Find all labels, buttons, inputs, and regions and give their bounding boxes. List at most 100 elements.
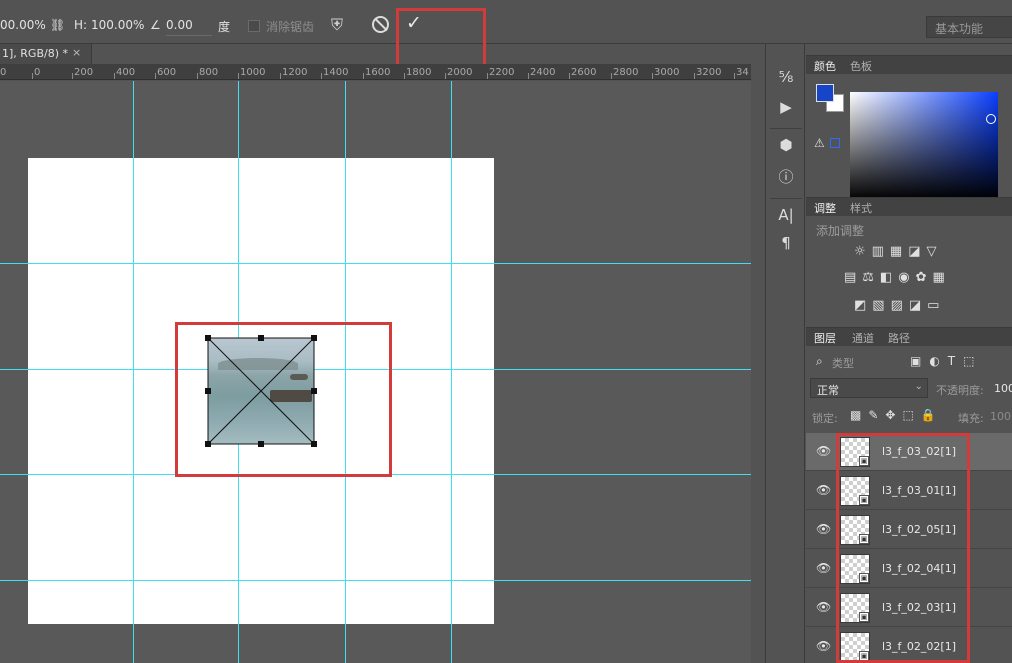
visibility-eye-icon[interactable]: 👁 [816, 561, 831, 575]
tab-layers[interactable]: 图层 [814, 330, 836, 346]
fill-label: 填充: [958, 412, 984, 425]
ruler-tick [280, 73, 281, 79]
ruler-label: 2800 [613, 67, 639, 78]
angle-icon: ∠ [150, 18, 161, 32]
opacity-value[interactable]: 100 [994, 382, 1012, 395]
ruler-tick [238, 73, 239, 79]
adjustment-icons-row-1[interactable]: ☼▥▦◪▽ [854, 244, 943, 259]
fill-value[interactable]: 100 [990, 410, 1011, 423]
strip-divider [770, 128, 802, 129]
ruler-tick [652, 73, 653, 79]
ruler-tick [528, 73, 529, 79]
ruler-label: 0 [0, 67, 7, 78]
canvas-area[interactable] [0, 81, 751, 663]
ruler-tick [155, 73, 156, 79]
ruler-label: 200 [74, 67, 94, 78]
tab-paths[interactable]: 路径 [888, 330, 910, 346]
adjustments-panel: 调整 样式 添加调整 ☼▥▦◪▽ ▤⚖◧◉✿▦ ◩▧▨◪▭ [806, 197, 1012, 325]
height-label: H: [74, 18, 88, 32]
document-title: 1], RGB/8) * [2, 47, 68, 60]
highlight-commit-box [396, 8, 486, 72]
layers-panel: 图层 通道 路径 ⌕ 类型 ▣◐T⬚ 正常 ⌄ 不透明度: 100 锁定: ▩✎… [806, 327, 1012, 663]
adjustment-icons-row-2[interactable]: ▤⚖◧◉✿▦ [844, 270, 951, 285]
foreground-color-swatch[interactable] [816, 84, 834, 102]
ruler-tick [404, 73, 405, 79]
filter-search-icon: ⌕ [816, 354, 823, 368]
ruler-label: 2400 [530, 67, 556, 78]
guide-horizontal[interactable] [0, 263, 751, 264]
collapsed-panel-strip: ⅝ ▶ ⬢ ⓘ A| ¶ [765, 44, 805, 663]
tab-styles[interactable]: 样式 [850, 200, 872, 216]
add-adjustment-label: 添加调整 [816, 224, 865, 238]
height-value[interactable]: 100.00% [91, 18, 144, 32]
ruler-label: 2000 [447, 67, 473, 78]
ruler-tick [611, 73, 612, 79]
info-icon[interactable]: ⓘ [776, 166, 796, 187]
layers-panel-tabs: 图层 通道 路径 [806, 328, 1012, 346]
adjustment-icons-row-3[interactable]: ◩▧▨◪▭ [854, 298, 945, 313]
ruler-label: 34 [736, 67, 749, 78]
tab-swatches[interactable]: 色板 [850, 58, 872, 74]
ruler-label: 1600 [365, 67, 391, 78]
blend-mode-select[interactable]: 正常 ⌄ [810, 378, 928, 398]
ruler-tick [445, 73, 446, 79]
ruler-label: 1800 [406, 67, 432, 78]
tab-adjustments[interactable]: 调整 [814, 200, 836, 216]
document-tab[interactable]: 1], RGB/8) * × [0, 44, 92, 64]
ruler-tick [734, 73, 735, 79]
blend-mode-value: 正常 [817, 384, 839, 397]
gamut-warning-icon[interactable]: ⚠ [814, 136, 825, 150]
ruler-label: 2600 [571, 67, 597, 78]
warp-mode-icon[interactable]: ⛨ [331, 15, 343, 35]
ruler-label: 3200 [696, 67, 722, 78]
color-spectrum[interactable] [850, 92, 998, 200]
ruler-tick [114, 73, 115, 79]
visibility-eye-icon[interactable]: 👁 [816, 639, 831, 653]
filter-icons[interactable]: ▣◐T⬚ [910, 354, 982, 368]
tab-color[interactable]: 颜色 [814, 58, 836, 74]
ruler-label: 400 [116, 67, 136, 78]
horizontal-ruler: 0 0 200 400 600 800 1000 1200 1400 1600 1800 2000 22… [0, 64, 751, 80]
link-icon[interactable]: ⛓ [50, 18, 65, 32]
tab-channels[interactable]: 通道 [852, 330, 874, 346]
actions-play-icon[interactable]: ▶ [776, 98, 796, 116]
ruler-label: 3000 [654, 67, 680, 78]
ruler-label: 2200 [489, 67, 515, 78]
ruler-tick [32, 73, 33, 79]
3d-icon[interactable]: ⬢ [776, 136, 796, 154]
visibility-eye-icon[interactable]: 👁 [816, 522, 831, 536]
guide-vertical[interactable] [451, 81, 452, 663]
guide-vertical[interactable] [133, 81, 134, 663]
visibility-eye-icon[interactable]: 👁 [816, 483, 831, 497]
paragraph-icon[interactable]: ¶ [776, 234, 796, 252]
opacity-label: 不透明度: [936, 384, 984, 397]
highlight-layers-box [836, 433, 970, 663]
tab-close-icon[interactable]: × [72, 46, 81, 59]
ruler-label: 600 [157, 67, 177, 78]
guide-horizontal[interactable] [0, 580, 751, 581]
strip-divider [770, 198, 802, 199]
web-safe-icon[interactable] [830, 138, 840, 148]
width-value[interactable]: 00.00% [0, 18, 46, 32]
cancel-transform-icon[interactable] [372, 16, 389, 33]
ruler-label: 0 [34, 67, 41, 78]
ruler-tick [72, 73, 73, 79]
options-bar: 00.00% ⛓ H: 100.00% ∠ 0.00 度 消除锯齿 ⛨ ✓ 基本… [0, 0, 1012, 72]
visibility-eye-icon[interactable]: 👁 [816, 600, 831, 614]
ruler-tick [321, 73, 322, 79]
adjustments-panel-tabs: 调整 样式 [806, 198, 1012, 216]
character-icon[interactable]: A| [776, 206, 796, 224]
color-picker-dot[interactable] [986, 114, 996, 124]
history-icon[interactable]: ⅝ [776, 68, 796, 86]
antialias-checkbox[interactable] [248, 20, 260, 32]
ruler-label: 1200 [282, 67, 308, 78]
lock-icons[interactable]: ▩✎✥⬚🔒 [850, 408, 943, 422]
workspace-select[interactable]: 基本功能 [926, 16, 1012, 38]
filter-type-select[interactable]: 类型 [832, 355, 854, 371]
angle-unit: 度 [218, 20, 231, 34]
lock-label: 锁定: [812, 412, 838, 425]
ruler-tick [569, 73, 570, 79]
angle-input[interactable]: 0.00 [166, 16, 212, 36]
visibility-eye-icon[interactable]: 👁 [816, 444, 831, 458]
ruler-tick [487, 73, 488, 79]
